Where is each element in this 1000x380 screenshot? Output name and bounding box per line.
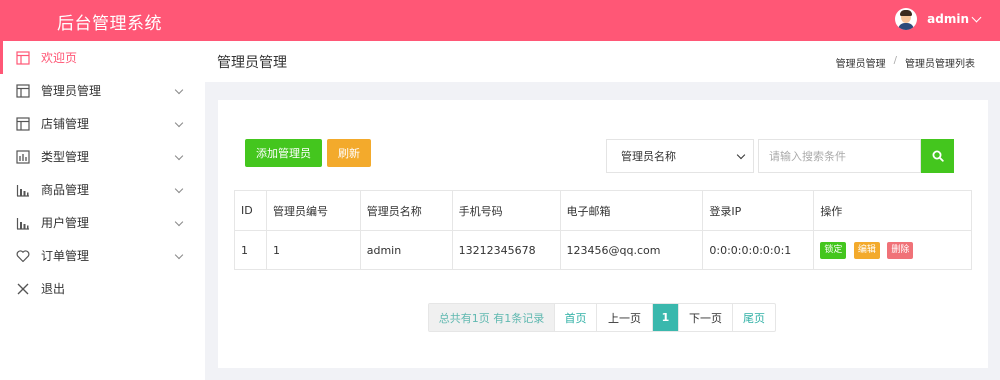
chevron-down-icon: [174, 118, 184, 128]
cell-name: admin: [359, 230, 453, 270]
next-page-button[interactable]: 下一页: [679, 304, 733, 331]
sidebar-item-label: 退出: [41, 282, 66, 296]
search-input[interactable]: [758, 139, 921, 173]
sidebar-item-label: 管理员管理: [41, 84, 102, 98]
layout-icon: [16, 50, 30, 65]
chevron-down-icon: [174, 184, 184, 194]
sidebar-item-products[interactable]: 商品管理: [0, 173, 205, 206]
sidebar-item-label: 订单管理: [41, 249, 90, 263]
breadcrumb: 管理员管理 / 管理员管理列表: [836, 55, 975, 70]
breadcrumb-item-current: 管理员管理列表: [905, 59, 975, 70]
table-header-row: ID 管理员编号 管理员名称 手机号码 电子邮箱 登录IP 操作: [234, 190, 972, 231]
pagination-info: 总共有1页 有1条记录: [429, 304, 555, 331]
bar-chart-icon: [16, 184, 29, 197]
chevron-down-icon: [736, 150, 746, 160]
bar-chart-icon: [16, 217, 29, 230]
layout-icon: [16, 116, 30, 131]
avatar: [895, 8, 918, 30]
user-name: admin: [927, 12, 969, 26]
delete-button[interactable]: 删除: [887, 241, 914, 259]
breadcrumb-item[interactable]: 管理员管理: [836, 55, 886, 70]
cell-email: 123456@qq.com: [559, 230, 704, 270]
sidebar-item-users[interactable]: 用户管理: [0, 206, 205, 239]
cell-id: 1: [234, 230, 267, 270]
column-header-ip: 登录IP: [702, 190, 815, 231]
sidebar-item-label: 店铺管理: [41, 117, 90, 131]
sidebar-item-label: 用户管理: [41, 216, 90, 230]
sidebar-item-label: 类型管理: [41, 150, 90, 164]
sidebar-item-shops[interactable]: 店铺管理: [0, 107, 205, 140]
sidebar-item-welcome[interactable]: 欢迎页: [0, 41, 205, 74]
cell-number: 1: [265, 230, 361, 270]
first-page-button[interactable]: 首页: [555, 304, 597, 331]
refresh-button[interactable]: 刷新: [327, 139, 371, 167]
search-button[interactable]: [921, 139, 954, 173]
prev-page-button[interactable]: 上一页: [597, 304, 653, 331]
cell-actions: 锁定 编辑 删除: [813, 230, 972, 270]
current-page-button[interactable]: 1: [653, 304, 679, 331]
app-title: 后台管理系统: [57, 14, 162, 34]
search-icon: [932, 150, 944, 162]
heart-icon: [16, 249, 30, 262]
search-field-select[interactable]: 管理员名称: [606, 139, 754, 173]
user-menu[interactable]: admin: [895, 8, 982, 30]
sidebar-item-admins[interactable]: 管理员管理: [0, 74, 205, 107]
search-field-value: 管理员名称: [621, 150, 676, 163]
breadcrumb-separator: /: [893, 55, 897, 66]
column-header-number: 管理员编号: [265, 190, 361, 231]
column-header-actions: 操作: [813, 190, 972, 231]
last-page-button[interactable]: 尾页: [733, 304, 775, 331]
close-icon: [17, 283, 29, 294]
sidebar: 欢迎页 管理员管理 店铺管理 类型管理 商品管理 用户管理 订单管理 退出: [0, 41, 205, 380]
column-header-name: 管理员名称: [359, 190, 453, 231]
table-row: 1 1 admin 13212345678 123456@qq.com 0:0:…: [234, 230, 972, 270]
bar-chart-icon: [16, 149, 30, 164]
page-title: 管理员管理: [217, 55, 287, 71]
column-header-id: ID: [234, 190, 267, 231]
layout-icon: [16, 83, 30, 98]
column-header-email: 电子邮箱: [559, 190, 704, 231]
column-header-phone: 手机号码: [451, 190, 561, 231]
chevron-down-icon: [174, 250, 184, 260]
pagination: 总共有1页 有1条记录 首页 上一页 1 下一页 尾页: [428, 303, 776, 332]
chevron-down-icon: [174, 217, 184, 227]
admin-table: ID 管理员编号 管理员名称 手机号码 电子邮箱 登录IP 操作 1 1 adm…: [234, 190, 972, 270]
cell-phone: 13212345678: [451, 230, 561, 270]
sidebar-item-logout[interactable]: 退出: [0, 272, 205, 305]
chevron-down-icon: [174, 151, 184, 161]
content-card: 添加管理员 刷新 管理员名称 ID 管理员编号 管理员名称 手机号码 电子邮箱 …: [218, 100, 988, 368]
sidebar-item-label: 欢迎页: [41, 51, 78, 65]
sidebar-item-label: 商品管理: [41, 183, 90, 197]
lock-button[interactable]: 锁定: [820, 241, 847, 259]
sidebar-item-types[interactable]: 类型管理: [0, 140, 205, 173]
add-admin-button[interactable]: 添加管理员: [245, 139, 322, 167]
cell-ip: 0:0:0:0:0:0:0:1: [702, 230, 815, 270]
chevron-down-icon: [174, 85, 184, 95]
edit-button[interactable]: 编辑: [853, 241, 880, 259]
chevron-down-icon: [971, 12, 982, 22]
sidebar-item-orders[interactable]: 订单管理: [0, 239, 205, 272]
top-header: 后台管理系统 admin: [0, 0, 1000, 41]
page-header: 管理员管理 管理员管理 / 管理员管理列表: [205, 41, 1000, 82]
